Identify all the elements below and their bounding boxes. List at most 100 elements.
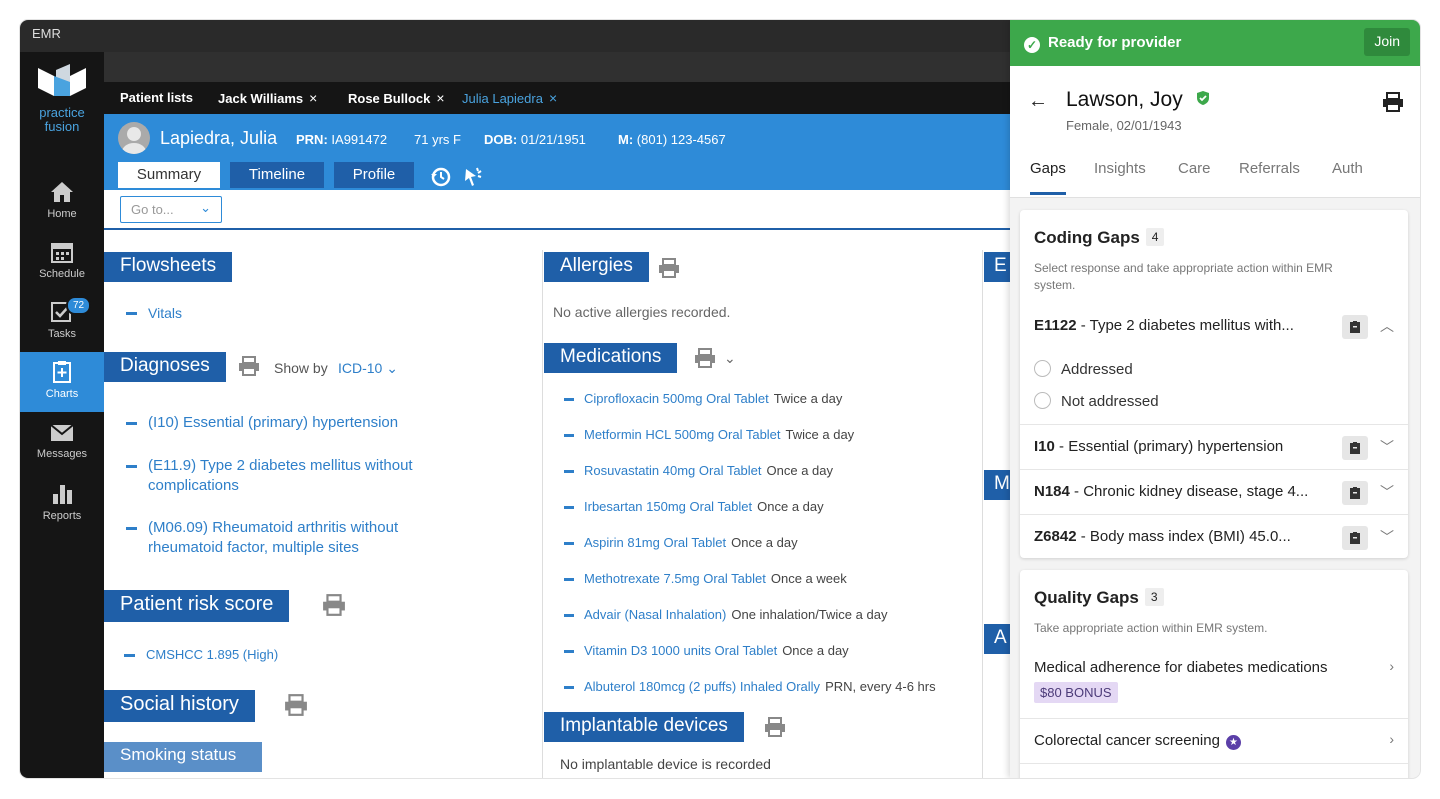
close-icon[interactable]: × bbox=[549, 90, 557, 106]
dash-icon bbox=[564, 434, 574, 437]
vitals-link[interactable]: Vitals bbox=[126, 303, 182, 323]
printer-icon[interactable] bbox=[238, 356, 260, 376]
chevron-down-icon[interactable]: ﹀ bbox=[1380, 527, 1394, 547]
printer-icon[interactable] bbox=[1382, 92, 1404, 112]
back-arrow-icon[interactable]: ← bbox=[1028, 90, 1048, 113]
radio-label: Not addressed bbox=[1061, 393, 1159, 410]
sidebar-item-tasks[interactable]: 72 Tasks bbox=[20, 296, 104, 360]
coding-gap-row[interactable]: E1122 - Type 2 diabetes mellitus with...… bbox=[1020, 304, 1408, 349]
vitals-label: Vitals bbox=[148, 305, 182, 321]
history-icon[interactable] bbox=[430, 166, 452, 188]
tab-jack-williams[interactable]: Jack Williams × bbox=[218, 90, 317, 106]
close-icon[interactable]: × bbox=[436, 90, 444, 106]
tab-rose-bullock[interactable]: Rose Bullock × bbox=[348, 90, 445, 106]
sidebar-label-tasks: Tasks bbox=[47, 328, 77, 340]
medication-item[interactable]: Metformin HCL 500mg Oral Tablet Twice a d… bbox=[564, 427, 854, 442]
diagnosis-item[interactable]: (M06.09) Rheumatoid arthritis without rhe… bbox=[126, 518, 398, 558]
diagnosis-item[interactable]: (E11.9) Type 2 diabetes mellitus without… bbox=[126, 456, 413, 496]
logo-text-line2: fusion bbox=[44, 119, 80, 134]
medication-item[interactable]: Albuterol 180mcg (2 puffs) Inhaled Orall… bbox=[564, 679, 936, 694]
printer-icon[interactable] bbox=[694, 348, 716, 368]
clipboard-button[interactable] bbox=[1342, 315, 1368, 339]
show-by-dropdown[interactable]: ICD-10 ⌄ bbox=[338, 358, 398, 378]
patient-name: Lapiedra, Julia bbox=[160, 128, 278, 148]
printer-icon[interactable] bbox=[284, 694, 308, 716]
diagnosis-text: (E11.9) Type 2 diabetes mellitus without bbox=[148, 457, 413, 474]
smoking-status-header: Smoking status bbox=[104, 742, 262, 772]
medication-item[interactable]: Advair (Nasal Inhalation) One inhalation/… bbox=[564, 607, 887, 622]
pin-icon[interactable] bbox=[462, 166, 484, 188]
clipboard-icon bbox=[1350, 487, 1360, 499]
coding-gaps-count: 4 bbox=[1145, 228, 1165, 246]
diagnosis-text: (I10) Essential (primary) hypertension bbox=[148, 414, 399, 431]
sidebar-item-home[interactable]: Home bbox=[20, 180, 104, 240]
medication-item[interactable]: Irbesartan 150mg Oral Tablet Once a day bbox=[564, 499, 824, 514]
coding-gap-row[interactable]: I10 - Essential (primary) hypertension ﹀ bbox=[1020, 424, 1408, 469]
tab-insights[interactable]: Insights bbox=[1094, 160, 1146, 177]
chevron-down-icon[interactable]: ﹀ bbox=[1380, 482, 1394, 502]
coding-gap-row[interactable]: Z6842 - Body mass index (BMI) 45.0... ﹀ bbox=[1020, 514, 1408, 559]
goto-dropdown[interactable]: Go to... ⌄ bbox=[120, 196, 222, 223]
gap-code: N184 bbox=[1034, 483, 1070, 500]
quality-gap-row-partial[interactable] bbox=[1020, 763, 1408, 778]
sidebar-item-charts[interactable]: Charts bbox=[20, 352, 104, 412]
tab-label: Patient lists bbox=[120, 90, 193, 105]
calendar-icon bbox=[51, 243, 73, 263]
join-button[interactable]: Join bbox=[1364, 28, 1410, 56]
chevron-down-icon[interactable]: ⌄ bbox=[724, 350, 736, 367]
tab-referrals[interactable]: Referrals bbox=[1239, 160, 1300, 177]
radio-not-addressed[interactable]: Not addressed bbox=[1034, 392, 1159, 410]
quality-gap-row[interactable]: Medical adherence for diabetes medicatio… bbox=[1020, 646, 1408, 718]
medication-name: Methotrexate 7.5mg Oral Tablet bbox=[584, 571, 766, 586]
tab-profile[interactable]: Profile bbox=[334, 162, 414, 188]
tab-auth[interactable]: Auth bbox=[1332, 160, 1363, 177]
tab-gaps[interactable]: Gaps bbox=[1030, 160, 1066, 195]
gap-code: I10 bbox=[1034, 438, 1055, 455]
panel-patient-sub: Female, 02/01/1943 bbox=[1066, 118, 1182, 133]
medication-item[interactable]: Ciprofloxacin 500mg Oral Tablet Twice a d… bbox=[564, 391, 842, 406]
printer-icon[interactable] bbox=[322, 594, 346, 616]
radio-addressed[interactable]: Addressed bbox=[1034, 360, 1133, 378]
clipboard-button[interactable] bbox=[1342, 526, 1368, 550]
sidebar-item-messages[interactable]: Messages bbox=[20, 422, 104, 482]
medication-item[interactable]: Aspirin 81mg Oral Tablet Once a day bbox=[564, 535, 798, 550]
tab-julia-lapiedra[interactable]: Julia Lapiedra × bbox=[462, 90, 557, 106]
sidebar-item-reports[interactable]: Reports bbox=[20, 482, 104, 542]
practice-fusion-logo: practice fusion bbox=[20, 62, 104, 134]
close-icon[interactable]: × bbox=[309, 90, 317, 106]
chevron-down-icon: ⌄ bbox=[386, 360, 398, 376]
chevron-right-icon[interactable]: › bbox=[1389, 731, 1394, 747]
dash-icon bbox=[126, 422, 137, 425]
coding-gaps-title: Coding Gaps 4 bbox=[1034, 228, 1165, 248]
diagnosis-item[interactable]: (I10) Essential (primary) hypertension bbox=[126, 413, 399, 433]
quality-gap-row[interactable]: Colorectal cancer screening ★ › bbox=[1020, 718, 1408, 763]
tab-timeline[interactable]: Timeline bbox=[230, 162, 324, 188]
radio-label: Addressed bbox=[1061, 361, 1133, 378]
chevron-down-icon[interactable]: ﹀ bbox=[1380, 437, 1394, 457]
panel-patient-name-text: Lawson, Joy bbox=[1066, 88, 1183, 111]
clipboard-button[interactable] bbox=[1342, 481, 1368, 505]
sidebar-item-schedule[interactable]: Schedule bbox=[20, 240, 104, 300]
medication-item[interactable]: Vitamin D3 1000 units Oral Tablet Once a … bbox=[564, 643, 849, 658]
show-by-value: ICD-10 bbox=[338, 360, 383, 376]
medication-name: Aspirin 81mg Oral Tablet bbox=[584, 535, 727, 550]
dash-icon bbox=[126, 527, 137, 530]
tab-care[interactable]: Care bbox=[1178, 160, 1211, 177]
tab-summary[interactable]: Summary bbox=[118, 162, 220, 188]
avatar bbox=[118, 122, 150, 154]
goto-label: Go to... bbox=[131, 202, 174, 217]
app-window: EMR practice fusion Home Schedule 72 Tas… bbox=[20, 20, 1420, 778]
medication-item[interactable]: Methotrexate 7.5mg Oral Tablet Once a wee… bbox=[564, 571, 847, 586]
medication-item[interactable]: Rosuvastatin 40mg Oral Tablet Once a day bbox=[564, 463, 833, 478]
chevron-up-icon[interactable]: ︿ bbox=[1380, 316, 1394, 336]
chevron-right-icon[interactable]: › bbox=[1389, 658, 1394, 674]
show-by-label: Show by bbox=[274, 360, 328, 376]
risk-score-item[interactable]: CMSHCC 1.895 (High) bbox=[124, 645, 278, 665]
printer-icon[interactable] bbox=[658, 258, 680, 278]
medication-name: Advair (Nasal Inhalation) bbox=[584, 607, 727, 622]
coding-gap-row[interactable]: N184 - Chronic kidney disease, stage 4..… bbox=[1020, 469, 1408, 514]
clipboard-button[interactable] bbox=[1342, 436, 1368, 460]
printer-icon[interactable] bbox=[764, 717, 786, 737]
logo-mark-icon bbox=[38, 64, 86, 96]
tab-patient-lists[interactable]: Patient lists bbox=[120, 90, 193, 105]
